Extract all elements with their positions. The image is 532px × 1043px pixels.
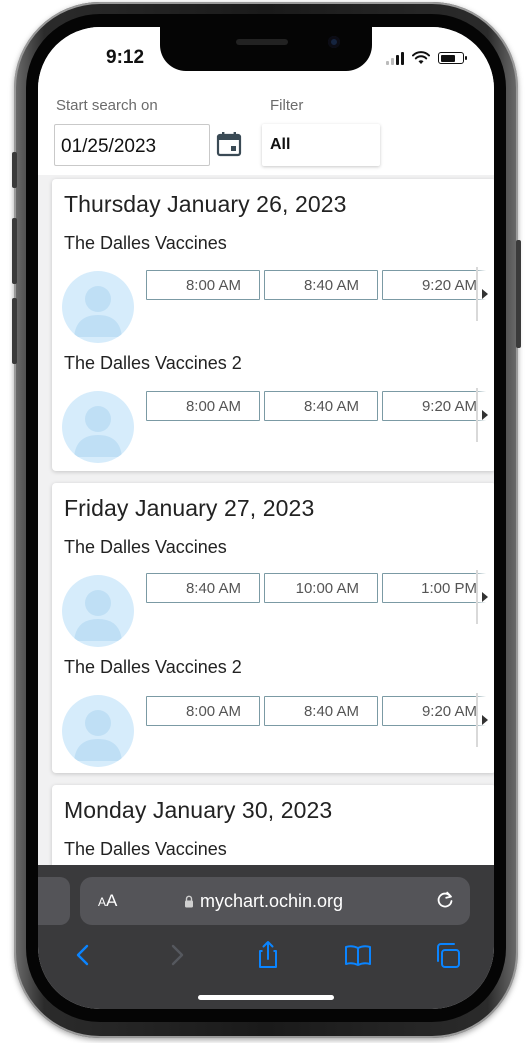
filter-label: Filter xyxy=(270,97,304,114)
signal-icon xyxy=(386,51,404,65)
browser-bottom-bar: AA mychart.ochin.org xyxy=(38,865,494,1009)
tabs-icon[interactable] xyxy=(430,937,466,973)
phone-screen: 9:12 Start search on Filter 01/25/2023 A… xyxy=(38,27,494,1009)
time-slot-button[interactable]: 8:40 AM xyxy=(264,270,378,300)
time-slot-row: 8:00 AM 8:40 AM 9:20 AM xyxy=(146,696,494,728)
side-button-power xyxy=(516,240,521,348)
share-icon[interactable] xyxy=(250,937,286,973)
time-slot-button[interactable]: 8:40 AM xyxy=(264,696,378,726)
time-slot-button[interactable]: 8:00 AM xyxy=(146,696,260,726)
day-card: Thursday January 26, 2023 The Dalles Vac… xyxy=(52,179,494,471)
time-slot-button[interactable]: 10:00 AM xyxy=(264,573,378,603)
status-time: 9:12 xyxy=(106,47,145,68)
wifi-icon xyxy=(412,51,430,64)
bookmarks-icon[interactable] xyxy=(340,937,376,973)
provider-avatar xyxy=(62,575,134,647)
back-icon[interactable] xyxy=(66,937,102,973)
previous-tab-pill[interactable] xyxy=(38,877,70,925)
day-title: Monday January 30, 2023 xyxy=(64,797,333,823)
side-button-silent xyxy=(12,152,17,188)
time-slot-button[interactable]: 8:40 AM xyxy=(264,391,378,421)
status-icons xyxy=(386,51,467,65)
start-date-input[interactable]: 01/25/2023 xyxy=(54,124,210,166)
calendar-icon[interactable] xyxy=(216,131,242,157)
start-search-label: Start search on xyxy=(56,97,158,114)
address-bar[interactable]: AA mychart.ochin.org xyxy=(80,877,470,925)
scroll-right-arrow[interactable] xyxy=(474,267,494,321)
url-text: mychart.ochin.org xyxy=(200,891,344,911)
scroll-right-arrow[interactable] xyxy=(474,570,494,624)
provider-avatar xyxy=(62,391,134,463)
lock-icon xyxy=(185,895,193,908)
provider-avatar xyxy=(62,695,134,767)
url-display[interactable]: mychart.ochin.org xyxy=(184,891,343,912)
scroll-right-arrow[interactable] xyxy=(474,388,494,442)
time-slot-button[interactable]: 8:40 AM xyxy=(146,573,260,603)
side-button-volume-up xyxy=(12,218,17,284)
time-slot-row: 8:00 AM 8:40 AM 9:20 AM xyxy=(146,270,494,302)
speaker-grille xyxy=(236,39,288,45)
notch xyxy=(160,27,372,71)
time-slot-row: 8:00 AM 8:40 AM 9:20 AM xyxy=(146,391,494,423)
day-title: Friday January 27, 2023 xyxy=(64,495,315,521)
text-size-button[interactable]: AA xyxy=(98,891,117,911)
time-slot-button[interactable]: 8:00 AM xyxy=(146,391,260,421)
reload-icon[interactable] xyxy=(434,889,456,911)
provider-name: The Dalles Vaccines xyxy=(64,839,227,859)
provider-name: The Dalles Vaccines 2 xyxy=(64,657,242,677)
scroll-right-arrow[interactable] xyxy=(474,693,494,747)
front-camera xyxy=(328,36,340,48)
filter-select[interactable]: All xyxy=(262,124,380,166)
search-controls: Start search on Filter 01/25/2023 All xyxy=(38,83,494,175)
time-slot-button[interactable]: 8:00 AM xyxy=(146,270,260,300)
provider-name: The Dalles Vaccines 2 xyxy=(64,353,242,373)
day-card: Friday January 27, 2023 The Dalles Vacci… xyxy=(52,483,494,773)
day-title: Thursday January 26, 2023 xyxy=(64,191,347,217)
browser-toolbar xyxy=(38,937,494,981)
provider-name: The Dalles Vaccines xyxy=(64,233,227,253)
time-slot-row: 8:40 AM 10:00 AM 1:00 PM xyxy=(146,573,494,605)
side-button-volume-down xyxy=(12,298,17,364)
forward-icon[interactable] xyxy=(158,937,194,973)
provider-avatar xyxy=(62,271,134,343)
battery-icon xyxy=(438,52,467,64)
home-indicator xyxy=(198,995,334,1000)
provider-name: The Dalles Vaccines xyxy=(64,537,227,557)
